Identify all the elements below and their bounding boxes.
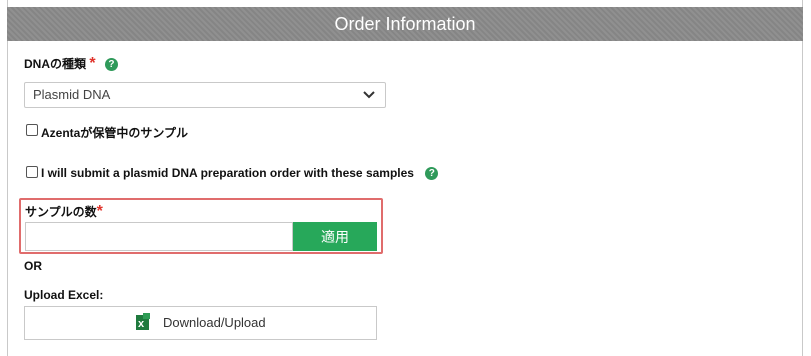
panel-header: Order Information xyxy=(7,7,803,41)
azenta-stored-label: Azentaが保管中のサンプル xyxy=(41,126,188,140)
apply-button[interactable]: 適用 xyxy=(293,222,377,251)
panel-title: Order Information xyxy=(334,14,476,34)
svg-text:x: x xyxy=(138,318,145,330)
azenta-stored-checkbox[interactable] xyxy=(26,124,38,136)
dna-type-select[interactable]: Plasmid DNA xyxy=(24,82,386,108)
dna-type-selected-value: Plasmid DNA xyxy=(33,87,111,102)
plasmid-prep-label: I will submit a plasmid DNA preparation … xyxy=(41,166,414,180)
download-upload-label: Download/Upload xyxy=(163,315,266,330)
help-icon[interactable]: ? xyxy=(104,58,118,72)
or-label: OR xyxy=(24,259,42,273)
help-icon[interactable]: ? xyxy=(425,167,439,181)
download-upload-button[interactable]: x Download/Upload xyxy=(24,306,377,340)
chevron-down-icon xyxy=(363,91,375,99)
plasmid-prep-checkbox[interactable] xyxy=(26,166,38,178)
required-marker: * xyxy=(89,55,96,72)
required-marker: * xyxy=(96,203,103,220)
sample-count-label-row: サンプルの数* xyxy=(25,203,103,221)
dna-type-label-row: DNAの種類 * ? xyxy=(24,55,118,73)
upload-excel-label: Upload Excel: xyxy=(24,288,104,302)
sample-count-label: サンプルの数 xyxy=(25,205,97,219)
excel-icon: x xyxy=(136,313,151,331)
sample-count-input[interactable] xyxy=(25,222,293,251)
plasmid-prep-label-row: I will submit a plasmid DNA preparation … xyxy=(41,166,439,181)
dna-type-label: DNAの種類 xyxy=(24,57,86,71)
